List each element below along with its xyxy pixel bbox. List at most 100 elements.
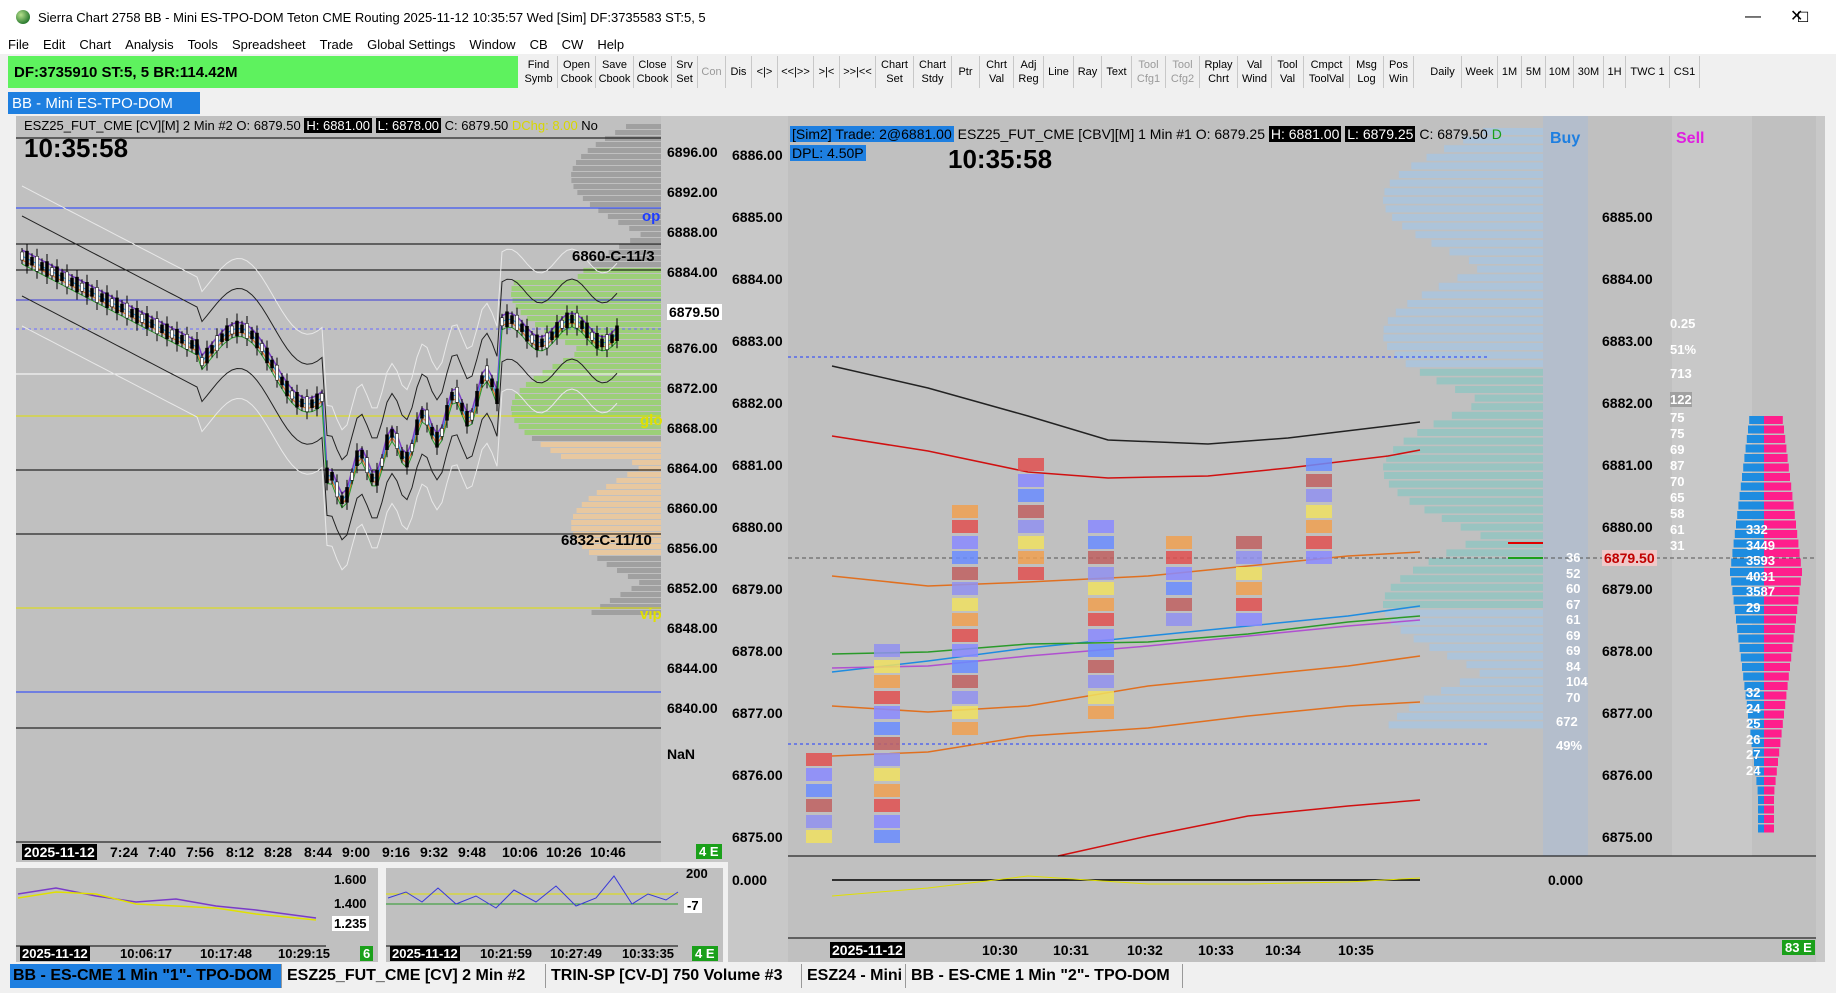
footprint-cell bbox=[1166, 566, 1192, 580]
candle-body bbox=[55, 266, 59, 282]
toolbar-button[interactable]: 30M bbox=[1574, 56, 1604, 88]
tab-3[interactable]: TRIN-SP [CV-D] 750 Volume #3 bbox=[548, 964, 802, 988]
left-chart-canvas[interactable] bbox=[16, 116, 728, 862]
close-button[interactable]: ✕ bbox=[1790, 6, 1803, 26]
volume-profile-bar bbox=[581, 502, 661, 507]
toolbar-button[interactable]: Val Wind bbox=[1238, 56, 1272, 88]
tab-1[interactable]: BB - ES-CME 1 Min "1"- TPO-DOM bbox=[10, 964, 282, 988]
tab-5[interactable]: BB - ES-CME 1 Min "2"- TPO-DOM bbox=[908, 964, 1183, 988]
footprint-cell bbox=[1088, 520, 1114, 533]
menu-cb[interactable]: CB bbox=[530, 37, 548, 52]
tab-4[interactable]: ESZ24 - Mini bbox=[804, 964, 906, 988]
left-time-label: 2025-11-12 bbox=[22, 844, 97, 860]
toolbar-button[interactable]: Tool Cfg2 bbox=[1166, 56, 1200, 88]
right-left-price-label: 6876.00 bbox=[732, 767, 783, 783]
candle-body bbox=[170, 329, 174, 339]
left-price-label: 6844.00 bbox=[667, 660, 718, 676]
toolbar-button[interactable]: Rplay Chrt bbox=[1200, 56, 1238, 88]
candle-body bbox=[150, 319, 154, 328]
footprint-cell bbox=[874, 675, 900, 688]
footprint-cell bbox=[1166, 535, 1192, 549]
toolbar-button[interactable]: Close Cbook bbox=[634, 56, 672, 88]
footprint-cell bbox=[1018, 566, 1044, 580]
toolbar-button[interactable]: 5M bbox=[1522, 56, 1546, 88]
candle-body bbox=[550, 331, 554, 341]
toolbar-button[interactable]: 10M bbox=[1546, 56, 1574, 88]
menu-analysis[interactable]: Analysis bbox=[125, 37, 173, 52]
toolbar-button[interactable]: <<|>> bbox=[778, 56, 814, 88]
toolbar-button[interactable]: Chrt Val bbox=[980, 56, 1014, 88]
tab-2[interactable]: ESZ25_FUT_CME [CV] 2 Min #2 bbox=[284, 964, 546, 988]
footprint-cell bbox=[1088, 628, 1114, 642]
volume-profile-bar bbox=[639, 580, 661, 585]
toolbar-button[interactable]: Text bbox=[1102, 56, 1132, 88]
toolbar-button[interactable]: >|< bbox=[814, 56, 840, 88]
toolbar-button[interactable]: Pos Win bbox=[1384, 56, 1414, 88]
toolbar-button[interactable]: Chart Set bbox=[876, 56, 914, 88]
menu-tools[interactable]: Tools bbox=[188, 37, 218, 52]
toolbar-button[interactable]: 1M bbox=[1498, 56, 1522, 88]
toolbar-button[interactable]: Line bbox=[1044, 56, 1074, 88]
footprint-cell bbox=[1236, 551, 1262, 564]
footprint-cell bbox=[952, 628, 978, 642]
toolbar-button[interactable]: Open Cbook bbox=[558, 56, 596, 88]
candle-body bbox=[415, 419, 419, 435]
footprint-cell bbox=[952, 520, 978, 533]
menu-trade[interactable]: Trade bbox=[320, 37, 353, 52]
right-chart[interactable]: [Sim2] Trade: 2@6881.00 ESZ25_FUT_CME [C… bbox=[728, 116, 1825, 962]
volume-profile-bar bbox=[511, 292, 661, 297]
toolbar-button[interactable]: Ptr bbox=[952, 56, 980, 88]
toolbar-button[interactable]: Cmpct ToolVal bbox=[1304, 56, 1350, 88]
toolbar-button[interactable]: CS1 bbox=[1670, 56, 1700, 88]
sub1-price-2: 1.235 bbox=[332, 916, 369, 931]
sell-volume-bar bbox=[1764, 682, 1788, 690]
toolbar-button[interactable]: Msg Log bbox=[1350, 56, 1384, 88]
volume-profile-bar bbox=[588, 496, 661, 501]
toolbar-button[interactable]: Find Symb bbox=[520, 56, 558, 88]
toolbar-button[interactable]: <|> bbox=[752, 56, 778, 88]
sub-chart-2[interactable]: 200 -7 2025-11-12 10:21:59 10:27:49 10:3… bbox=[386, 868, 723, 962]
menu-file[interactable]: File bbox=[8, 37, 29, 52]
toolbar-button[interactable]: Save Cbook bbox=[596, 56, 634, 88]
toolbar-button[interactable]: Ray bbox=[1074, 56, 1102, 88]
stat-column bbox=[1588, 116, 1672, 856]
toolbar-button[interactable]: Daily bbox=[1424, 56, 1462, 88]
toolbar-button[interactable]: >>|<< bbox=[840, 56, 876, 88]
toolbar-button[interactable]: 1H bbox=[1604, 56, 1626, 88]
right-chart-symbol: ESZ25_FUT_CME [CBV][M] 1 Min #1 O: 6879.… bbox=[957, 126, 1265, 142]
toolbar-button[interactable]: Srv Set bbox=[672, 56, 698, 88]
menu-cw[interactable]: CW bbox=[562, 37, 584, 52]
menu-chart[interactable]: Chart bbox=[79, 37, 111, 52]
sell-volume-bar bbox=[1764, 511, 1795, 519]
menu-global-settings[interactable]: Global Settings bbox=[367, 37, 455, 52]
footprint-cell bbox=[1236, 597, 1262, 611]
toolbar-button[interactable]: Chart Stdy bbox=[914, 56, 952, 88]
menu-help[interactable]: Help bbox=[597, 37, 624, 52]
left-chart[interactable]: ESZ25_FUT_CME [CV][M] 2 Min #2 O: 6879.5… bbox=[16, 116, 728, 862]
footprint-cell bbox=[874, 706, 900, 719]
menu-edit[interactable]: Edit bbox=[43, 37, 65, 52]
toolbar-button[interactable]: Con bbox=[698, 56, 726, 88]
minimize-button[interactable]: — bbox=[1728, 0, 1778, 34]
candle-body bbox=[80, 282, 84, 292]
buy-volume-bar bbox=[1758, 824, 1764, 833]
menu-spreadsheet[interactable]: Spreadsheet bbox=[232, 37, 306, 52]
buy-stat-value: 69 bbox=[1566, 627, 1581, 643]
volume-profile-bar bbox=[572, 166, 661, 171]
toolbar-button[interactable]: Week bbox=[1462, 56, 1498, 88]
toolbar-button[interactable]: Tool Val bbox=[1272, 56, 1304, 88]
toolbar-button[interactable]: TWC 1 bbox=[1626, 56, 1670, 88]
menu-window[interactable]: Window bbox=[469, 37, 515, 52]
dom-depth-bar bbox=[1385, 609, 1543, 617]
dom-depth-bar bbox=[1417, 429, 1543, 436]
chartbook-title[interactable]: BB - Mini ES-TPO-DOM bbox=[8, 92, 200, 114]
footprint-cell bbox=[874, 752, 900, 766]
candle-body bbox=[585, 322, 589, 339]
toolbar-button[interactable]: Tool Cfg1 bbox=[1132, 56, 1166, 88]
candle-body bbox=[215, 335, 219, 351]
toolbar-button[interactable]: Dis bbox=[726, 56, 752, 88]
dom-depth-bar bbox=[1444, 145, 1543, 153]
footprint-cell bbox=[1088, 706, 1114, 719]
toolbar-button[interactable]: Adj Reg bbox=[1014, 56, 1044, 88]
sub-chart-1[interactable]: 1.600 1.400 1.235 2025-11-12 10:06:17 10… bbox=[16, 868, 378, 962]
